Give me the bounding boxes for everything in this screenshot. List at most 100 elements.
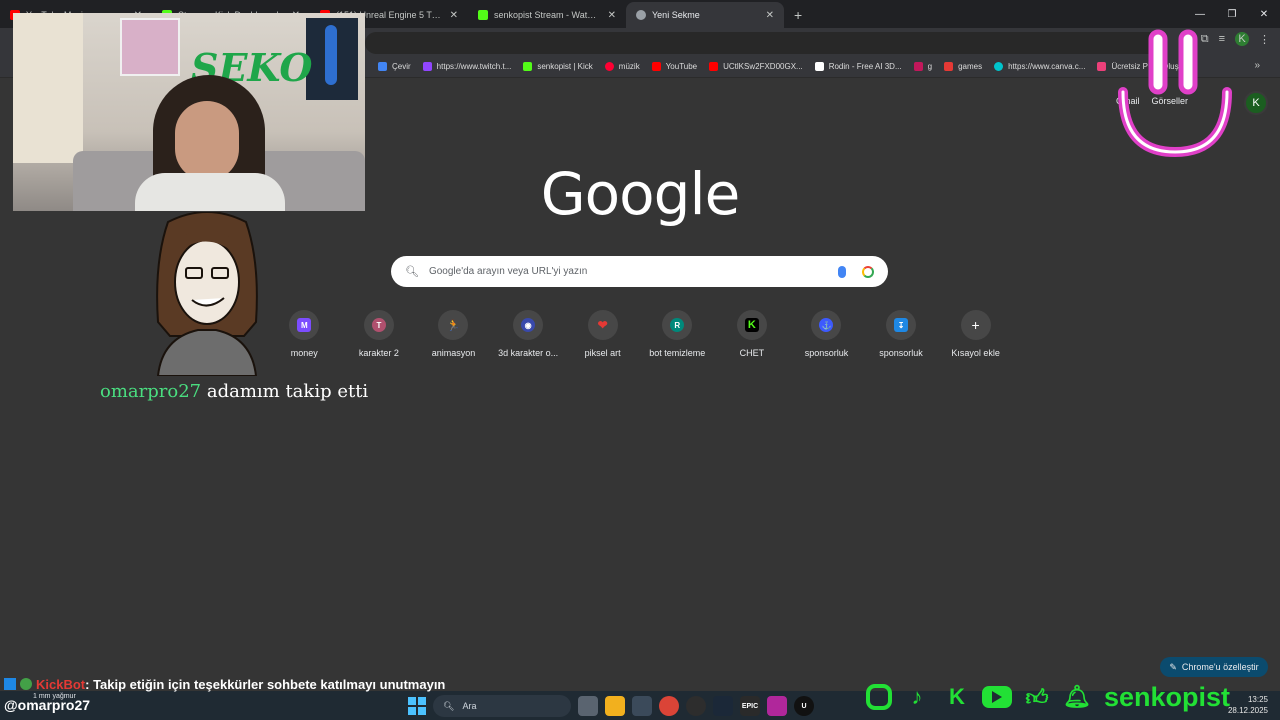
letter-t-icon: T: [371, 318, 386, 332]
instagram-icon: [866, 684, 892, 710]
rodin-icon: [814, 62, 824, 71]
viewer-handle: @omarpro27: [4, 697, 91, 713]
pencil-icon: ✎: [1169, 661, 1177, 672]
app-icon[interactable]: [767, 696, 787, 716]
bookmark-cevir[interactable]: Çevir: [378, 62, 411, 71]
shortcut-karakter-2[interactable]: Tkarakter 2: [342, 310, 417, 358]
3d-icon: ◉: [521, 318, 536, 332]
shortcut-money[interactable]: Mmoney: [267, 310, 342, 358]
shortcut-chet[interactable]: K CHET: [715, 310, 790, 358]
follow-text: adamım takip etti: [206, 381, 369, 402]
address-bar[interactable]: [365, 32, 1165, 54]
unreal-engine-icon[interactable]: U: [794, 696, 814, 716]
png-icon: [1097, 62, 1107, 71]
bookmark-senkopist-kick[interactable]: senkopist | Kick: [523, 62, 593, 71]
window-controls: — ❐ ✕: [1184, 0, 1280, 28]
system-clock[interactable]: 13:25 28.12.2025: [1228, 694, 1268, 716]
close-icon[interactable]: ✕: [608, 10, 616, 21]
bell-icon: 🔔︎: [1063, 684, 1091, 709]
tab-senkopist-stream[interactable]: senkopist Stream - Watch Live on Kick ✕: [468, 2, 626, 28]
parrot: [325, 25, 337, 85]
search-icon: 🔍︎: [443, 700, 455, 711]
chat-message: KickBot : Takip etiğin için teşekkürler …: [4, 675, 445, 693]
search-box[interactable]: 🔍︎ Google'da arayın veya URL'yi yazın: [391, 256, 888, 287]
bookmark-youtube[interactable]: YouTube: [651, 62, 697, 71]
brand-name: senkopist: [1104, 681, 1231, 712]
youtube-icon: [982, 686, 1012, 708]
epic-games-icon[interactable]: EPIC: [740, 696, 760, 716]
verified-icon: [20, 678, 32, 690]
youtube-icon: [651, 62, 661, 71]
webcam-feed: SEKO: [13, 13, 365, 211]
taskbar-search[interactable]: 🔍︎ Ara: [433, 695, 571, 717]
streamer-shirt: [135, 173, 285, 211]
shortcut-sponsorluk-1[interactable]: ⚓ sponsorluk: [789, 310, 864, 358]
microphone-icon[interactable]: [838, 265, 846, 278]
youtube-icon: [709, 62, 719, 71]
kick-icon: [523, 62, 533, 71]
bookmark-muzik[interactable]: müzik: [604, 62, 640, 71]
profile-button[interactable]: K: [1235, 32, 1249, 46]
canva-icon: [994, 62, 1004, 71]
minimize-button[interactable]: —: [1184, 0, 1216, 28]
file-explorer-icon[interactable]: [605, 696, 625, 716]
customize-chrome-button[interactable]: ✎ Chrome'u özelleştir: [1160, 657, 1268, 677]
task-view-icon[interactable]: [578, 696, 598, 716]
chrome-icon[interactable]: [659, 696, 679, 716]
plus-icon: +: [794, 7, 803, 23]
translate-icon: [378, 62, 387, 71]
shortcut-add[interactable]: + Kısayol ekle: [938, 310, 1013, 358]
bookmark-games[interactable]: games: [944, 62, 982, 71]
tab-new-tab[interactable]: Yeni Sekme ✕: [626, 2, 784, 28]
obs-icon[interactable]: [686, 696, 706, 716]
poster: [120, 18, 180, 76]
social-bar: ♪ K 👍︎ 🔔︎ senkopist: [866, 681, 1230, 713]
bookmark-g[interactable]: g: [913, 62, 932, 71]
steam-icon[interactable]: [713, 696, 733, 716]
twitch-icon: [422, 62, 432, 71]
bookmark-canva[interactable]: https://www.canva.c...: [994, 62, 1085, 71]
tiktok-icon: ♪: [911, 684, 923, 709]
bookmark-rodin[interactable]: Rodin - Free AI 3D...: [814, 62, 902, 71]
search-icon: 🔍︎: [405, 266, 419, 278]
google-logo: Google: [540, 160, 741, 228]
letter-r-icon: R: [670, 318, 685, 332]
bookmark-twitch[interactable]: https://www.twitch.t...: [422, 62, 511, 71]
chevron-right-icon[interactable]: »: [1254, 60, 1260, 71]
shortcut-bot-temizleme[interactable]: Rbot temizleme: [640, 310, 715, 358]
store-icon[interactable]: [632, 696, 652, 716]
anchor-icon: ⚓: [819, 318, 834, 332]
shortcut-3d-karakter[interactable]: ◉ 3d karakter o...: [491, 310, 566, 358]
bookmark-youtube-channel[interactable]: UCtlKSw2FXD00GX...: [709, 62, 803, 71]
new-tab-button[interactable]: +: [794, 2, 802, 28]
badge-icon: [4, 678, 16, 690]
cartoon-avatar: [156, 212, 258, 376]
download-icon: ↧: [894, 318, 909, 332]
follower-name: omarpro27: [100, 381, 202, 402]
shortcut-sponsorluk-2[interactable]: ↧ sponsorluk: [864, 310, 939, 358]
youtube-music-icon: [604, 62, 614, 71]
close-icon[interactable]: ✕: [450, 10, 458, 21]
close-window-button[interactable]: ✕: [1248, 0, 1280, 28]
shortcut-piksel-art[interactable]: ❤ piksel art: [565, 310, 640, 358]
heart-icon: ❤: [597, 318, 608, 332]
chrome-icon: [636, 10, 646, 20]
shortcut-animasyon[interactable]: 🏃 animasyon: [416, 310, 491, 358]
maximize-button[interactable]: ❐: [1216, 0, 1248, 28]
search-input[interactable]: Google'da arayın veya URL'yi yazın: [429, 266, 838, 277]
thumbs-up-icon: 👍︎: [1025, 684, 1049, 710]
screen: YouTube Music ✕ Stream - Kick Dashboard …: [0, 0, 1280, 720]
follow-alert: omarpro27 adamım takip etti: [100, 381, 368, 402]
money-icon: M: [297, 318, 312, 332]
taskbar-apps: 🔍︎ Ara EPIC U: [408, 695, 814, 717]
runner-icon: 🏃: [446, 319, 461, 332]
windows-start-icon[interactable]: [408, 697, 426, 715]
close-icon[interactable]: ✕: [766, 10, 774, 21]
plus-icon: +: [971, 317, 980, 333]
menu-icon[interactable]: ⋮: [1259, 33, 1270, 46]
account-avatar[interactable]: K: [1244, 91, 1268, 115]
k-icon: [913, 62, 923, 71]
google-lens-icon[interactable]: [862, 265, 874, 278]
smiley-overlay: [1118, 29, 1232, 158]
shortcuts-grid: Mmoney Tkarakter 2 🏃 animasyon ◉ 3d karakt…: [267, 310, 1013, 358]
